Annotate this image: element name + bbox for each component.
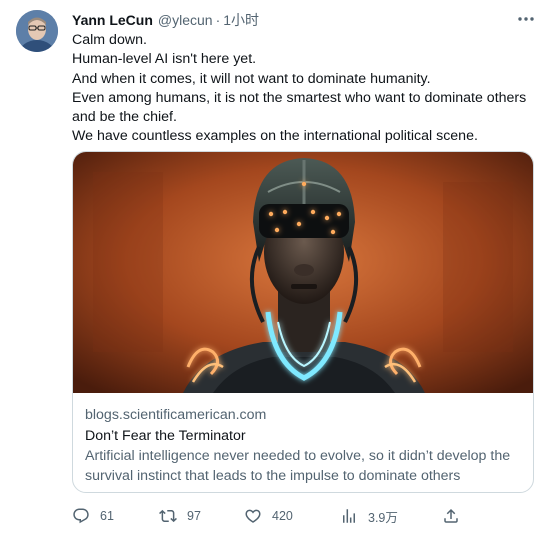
tweet-text: Calm down. Human-level AI isn't here yet…: [72, 31, 542, 147]
avatar[interactable]: [16, 10, 58, 52]
views-count: 3.9万: [368, 510, 398, 525]
tweet-text-line: and be the chief.: [72, 109, 177, 126]
reply-icon: [72, 507, 90, 525]
card-description: Artificial intelligence never needed to …: [85, 448, 511, 484]
tweet-text-line: We have countless examples on the intern…: [72, 128, 478, 145]
share-button[interactable]: [442, 505, 460, 527]
card-image[interactable]: [73, 152, 534, 393]
retweet-icon: [159, 507, 177, 525]
like-button[interactable]: 420: [244, 505, 293, 527]
card-meta: blogs.scientificamerican.com Don’t Fear …: [85, 406, 525, 486]
reply-button[interactable]: 61: [72, 505, 114, 527]
views-chart-icon: [340, 507, 358, 525]
tweet-text-line: Even among humans, it is not the smartes…: [72, 89, 527, 106]
tweet-header: Yann LeCun @ylecun · 1小时: [72, 11, 259, 29]
heart-icon: [244, 507, 262, 525]
retweet-count: 97: [187, 509, 201, 523]
author-handle[interactable]: @ylecun: [158, 12, 213, 28]
retweet-button[interactable]: 97: [159, 505, 201, 527]
tweet-text-line: Human-level AI isn't here yet.: [72, 51, 257, 68]
card-title: Don’t Fear the Terminator: [85, 428, 246, 444]
link-card[interactable]: blogs.scientificamerican.com Don’t Fear …: [72, 151, 534, 493]
action-bar: 61 97 420 3.9万: [72, 505, 542, 527]
timestamp[interactable]: 1小时: [223, 10, 259, 30]
more-icon[interactable]: [514, 10, 538, 28]
author-name[interactable]: Yann LeCun: [72, 12, 153, 28]
views-button[interactable]: 3.9万: [340, 505, 398, 527]
tweet-text-line: Calm down.: [72, 32, 147, 48]
separator-dot: ·: [215, 12, 221, 28]
tweet: Yann LeCun @ylecun · 1小时 Calm down. Huma…: [0, 0, 554, 539]
tweet-text-line: And when it comes, it will not want to d…: [72, 70, 431, 87]
like-count: 420: [272, 509, 293, 523]
card-domain: blogs.scientificamerican.com: [85, 407, 267, 423]
share-icon: [442, 507, 460, 525]
reply-count: 61: [100, 509, 114, 523]
